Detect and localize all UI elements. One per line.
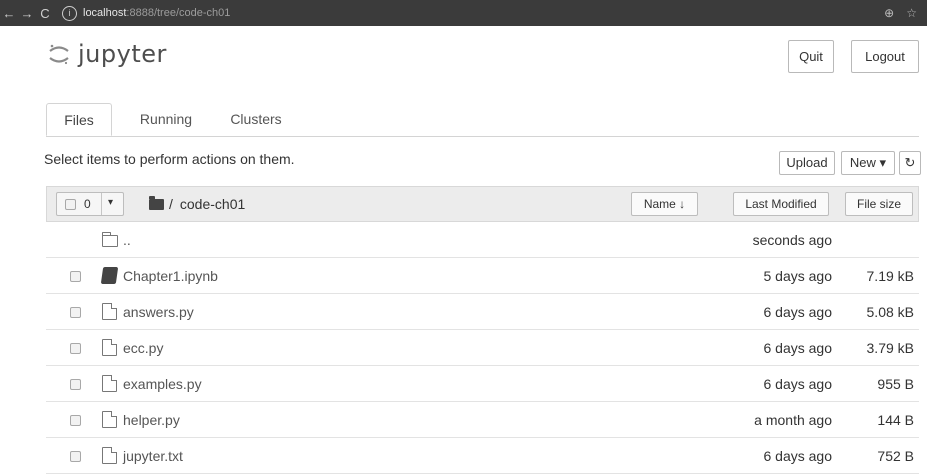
forward-arrow-icon[interactable]: → [18,6,36,21]
item-size: 5.08 kB [866,304,914,320]
list-item[interactable]: jupyter.txt 6 days ago 752 B [46,438,919,474]
logout-button[interactable]: Logout [851,40,919,73]
item-checkbox[interactable] [70,271,81,282]
item-name[interactable]: ecc.py [123,340,163,356]
upload-button[interactable]: Upload [779,151,835,175]
item-size: 752 B [877,448,914,464]
site-info-icon[interactable]: i [62,5,77,21]
breadcrumb-separator: / [169,196,173,212]
sort-by-last-modified-button[interactable]: Last Modified [733,192,829,216]
item-checkbox[interactable] [70,343,81,354]
divider [101,193,102,215]
item-name[interactable]: helper.py [123,412,180,428]
url-path: :8888/tree/code-ch01 [126,7,231,19]
item-name[interactable]: jupyter.txt [123,448,183,464]
refresh-icon[interactable]: ↻ [899,151,921,175]
tab-files[interactable]: Files [46,103,112,136]
chevron-down-icon[interactable]: ▾ [108,197,113,208]
list-item[interactable]: examples.py 6 days ago 955 B [46,366,919,402]
selected-count: 0 [84,197,91,211]
list-item[interactable]: Chapter1.ipynb 5 days ago 7.19 kB [46,258,919,294]
file-icon [102,375,117,392]
folder-icon[interactable] [149,195,164,210]
item-modified: seconds ago [752,232,832,248]
browser-toolbar: ← → C i localhost:8888/tree/code-ch01 ⊕ … [0,0,927,26]
breadcrumb-current-folder[interactable]: code-ch01 [180,196,245,212]
notebook-icon [100,267,119,284]
item-checkbox[interactable] [70,307,81,318]
bookmark-star-icon[interactable]: ☆ [906,6,917,20]
url-host: localhost [83,7,127,19]
list-item[interactable]: helper.py a month ago 144 B [46,402,919,438]
tab-running[interactable]: Running [121,103,211,136]
item-modified: 5 days ago [763,268,833,284]
item-checkbox[interactable] [70,451,81,462]
reload-icon[interactable]: C [36,6,54,21]
file-list-header: 0 ▾ / code-ch01 Name ↓ Last Modified Fil… [46,186,919,222]
tab-clusters[interactable]: Clusters [214,103,298,136]
item-checkbox[interactable] [70,379,81,390]
select-all-dropdown[interactable]: 0 ▾ [56,192,124,216]
item-modified: 6 days ago [763,376,833,392]
item-name[interactable]: Chapter1.ipynb [123,268,218,284]
item-name[interactable]: .. [123,232,131,248]
item-name[interactable]: answers.py [123,304,194,320]
zoom-icon[interactable]: ⊕ [884,6,894,20]
selection-hint: Select items to perform actions on them. [44,151,295,167]
file-icon [102,339,117,356]
file-icon [102,447,117,464]
item-checkbox[interactable] [70,415,81,426]
item-size: 7.19 kB [866,268,914,284]
back-arrow-icon[interactable]: ← [0,6,18,21]
item-modified: 6 days ago [763,340,833,356]
folder-icon [102,232,118,247]
breadcrumb: / code-ch01 [149,195,245,212]
item-name[interactable]: examples.py [123,376,202,392]
tab-bar: Files Running Clusters [46,103,919,137]
item-size: 3.79 kB [866,340,914,356]
item-size: 955 B [877,376,914,392]
sort-by-file-size-button[interactable]: File size [845,192,913,216]
file-icon [102,303,117,320]
quit-button[interactable]: Quit [788,40,834,73]
list-item[interactable]: ecc.py 6 days ago 3.79 kB [46,330,919,366]
list-item-parent-folder[interactable]: .. seconds ago [46,222,919,258]
item-size: 144 B [877,412,914,428]
item-modified: 6 days ago [763,448,833,464]
sort-by-name-button[interactable]: Name ↓ [631,192,698,216]
logo-text: jupyter [78,40,167,68]
jupyter-logo-icon [49,44,69,65]
jupyter-logo[interactable]: jupyter [48,40,167,68]
file-icon [102,411,117,428]
address-bar[interactable]: localhost:8888/tree/code-ch01 [83,7,230,19]
select-all-checkbox[interactable] [65,199,76,210]
new-dropdown-button[interactable]: New ▾ [841,151,895,175]
item-modified: 6 days ago [763,304,833,320]
list-item[interactable]: answers.py 6 days ago 5.08 kB [46,294,919,330]
item-modified: a month ago [754,412,832,428]
